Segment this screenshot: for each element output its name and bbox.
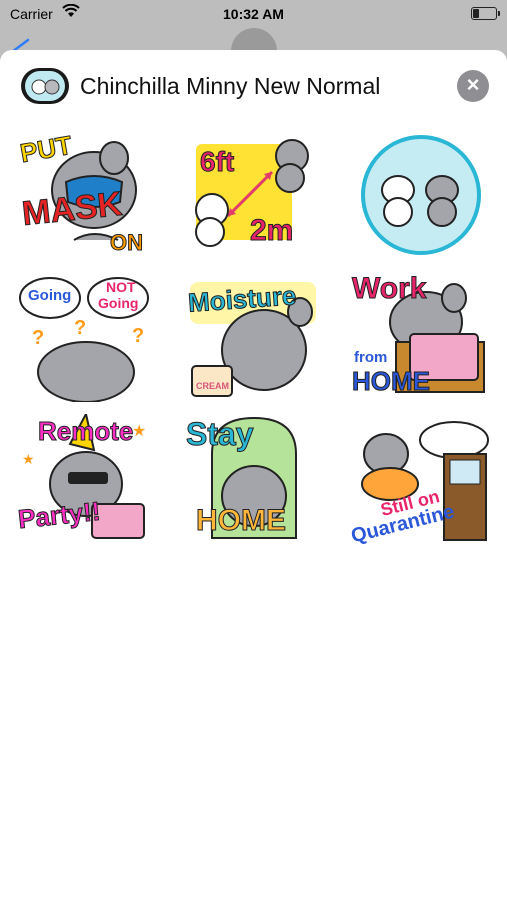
sticker-text: 2m bbox=[249, 214, 294, 247]
status-bar: Carrier 10:32 AM bbox=[0, 0, 507, 28]
close-button[interactable]: × bbox=[457, 70, 489, 102]
sticker-text: from bbox=[354, 349, 388, 366]
sticker-pack-sheet: Chinchilla Minny New Normal × PUT MASK O… bbox=[0, 50, 507, 900]
svg-text:?: ? bbox=[32, 327, 44, 349]
sticker-text: Moisture bbox=[187, 280, 298, 318]
sticker-still-on-quarantine[interactable]: Still on Quarantine bbox=[349, 414, 492, 547]
svg-text:★: ★ bbox=[132, 421, 146, 440]
sticker-going-not-going[interactable]: ? ? ? Going NOT Going bbox=[14, 272, 156, 402]
two-chinchillas-icon bbox=[361, 135, 481, 255]
battery-icon bbox=[471, 7, 500, 20]
sticker-text: Stay bbox=[186, 416, 255, 452]
sticker-text: CREAM bbox=[196, 381, 229, 391]
sticker-grid: PUT MASK ON 6ft 2m ? ? ? Going NOT Going… bbox=[14, 129, 492, 547]
svg-text:★: ★ bbox=[22, 452, 35, 468]
battery-level bbox=[473, 9, 479, 18]
svg-text:?: ? bbox=[132, 325, 144, 347]
sticker-moisture[interactable]: Moisture CREAM bbox=[182, 272, 324, 402]
chinchilla-icon bbox=[31, 79, 60, 95]
sticker-text: 6ft bbox=[199, 146, 235, 177]
sticker-two-chinchillas[interactable] bbox=[350, 130, 492, 260]
svg-text:?: ? bbox=[74, 317, 86, 339]
sticker-text: Going bbox=[28, 287, 72, 304]
sticker-text: Going bbox=[98, 295, 139, 311]
sticker-text: Remote bbox=[37, 416, 134, 446]
sticker-work-from-home[interactable]: Work from HOME bbox=[350, 272, 492, 402]
sticker-put-mask-on[interactable]: PUT MASK ON bbox=[14, 129, 156, 260]
status-time: 10:32 AM bbox=[223, 6, 284, 22]
sticker-text: Work bbox=[351, 272, 427, 305]
sticker-text: ON bbox=[110, 230, 144, 255]
pack-title: Chinchilla Minny New Normal bbox=[80, 73, 381, 99]
close-icon: × bbox=[466, 72, 480, 97]
sheet-header: Chinchilla Minny New Normal × bbox=[0, 50, 507, 120]
sticker-stay-home[interactable]: Stay HOME bbox=[182, 414, 324, 544]
sticker-text: HOME bbox=[352, 366, 431, 396]
sticker-text: NOT bbox=[106, 279, 136, 295]
sticker-remote-party[interactable]: ★ ★ Remote Party!! bbox=[14, 414, 156, 544]
sticker-six-feet[interactable]: 6ft 2m bbox=[182, 130, 324, 260]
pack-icon bbox=[21, 68, 69, 104]
sticker-text: HOME bbox=[196, 504, 287, 537]
